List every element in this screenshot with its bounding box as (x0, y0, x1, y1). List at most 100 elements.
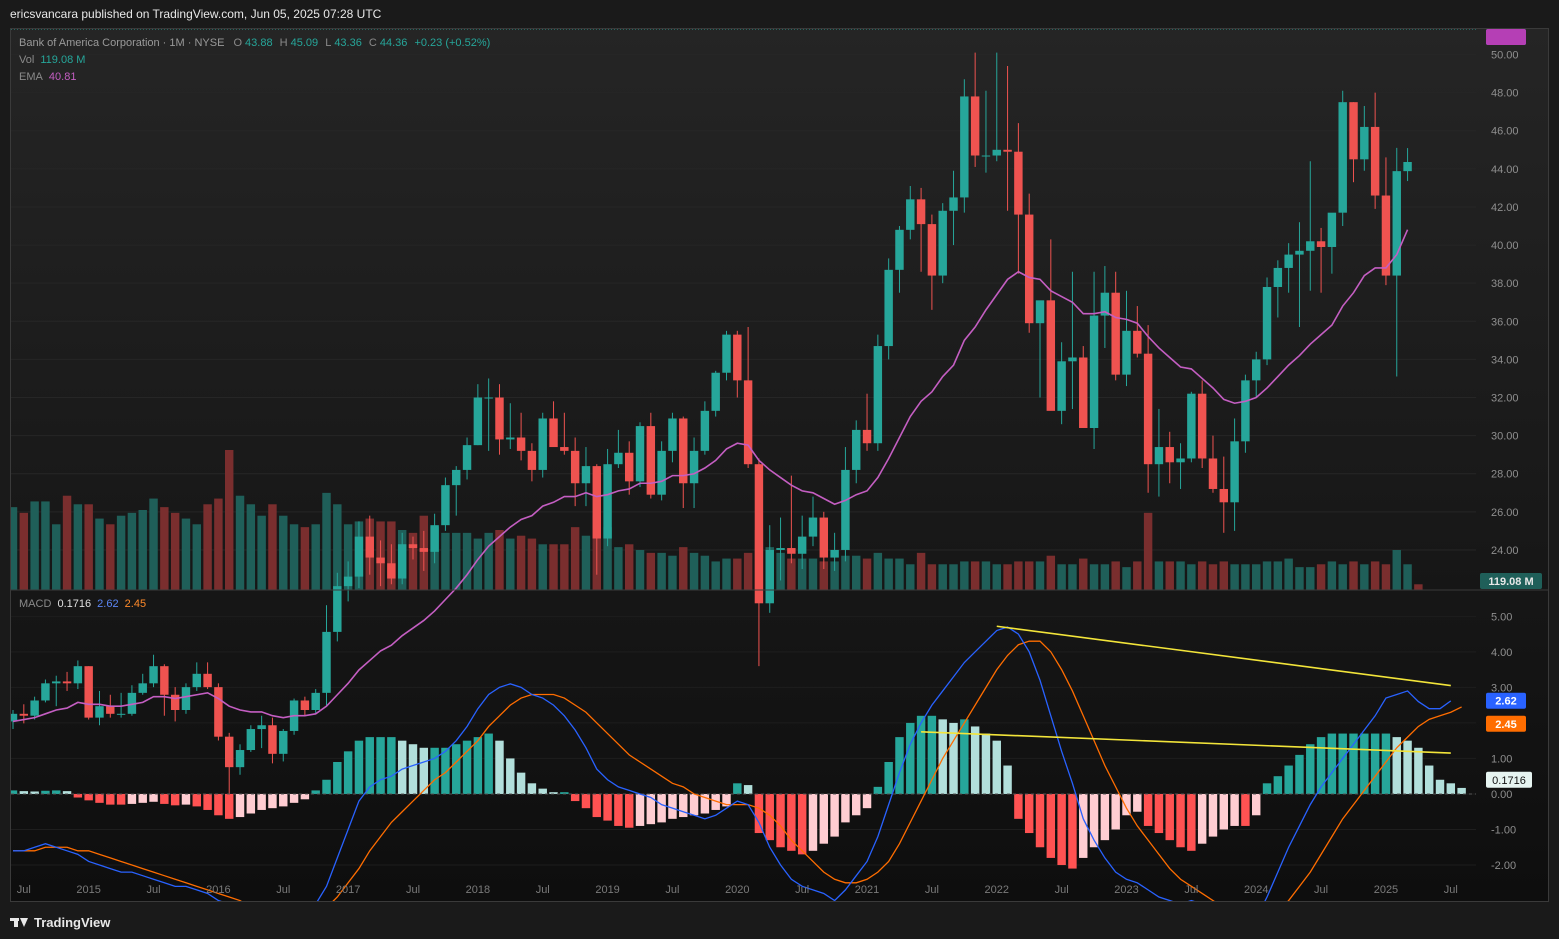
volume-bar (484, 532, 493, 590)
macd-hist-value: 0.1716 (57, 598, 92, 610)
volume-bar (1197, 561, 1207, 590)
candle-body (1165, 447, 1174, 463)
macd-badge[interactable]: 2.62 (1486, 692, 1526, 709)
price-tick-label: 32.00 (1491, 393, 1519, 405)
macd-hist-bar (441, 747, 450, 794)
volume-bar (635, 550, 645, 590)
macd-hist-bar (170, 793, 180, 806)
candle-body (473, 397, 483, 446)
candle-body (1230, 441, 1239, 503)
ema-legend[interactable]: EMA 40.81 (19, 69, 490, 86)
macd-hist-bar (1003, 765, 1012, 794)
volume-bar (895, 558, 904, 590)
volume-bar (170, 512, 180, 590)
macd-hist-bar (52, 790, 61, 794)
time-tick-label: 2015 (76, 884, 100, 896)
candle-body (927, 224, 937, 276)
macd-hist-bar (570, 793, 580, 802)
volume-bar (1035, 561, 1045, 590)
hist-badge[interactable]: 0.1716 (1486, 771, 1532, 788)
footer-brand[interactable]: TradingView (10, 912, 110, 932)
candle-body (1219, 488, 1229, 503)
macd-tick-label: 5.00 (1491, 611, 1512, 623)
candle-body (41, 683, 50, 701)
macd-legend[interactable]: MACD 0.1716 2.62 2.45 (19, 596, 146, 613)
volume-badge[interactable]: 119.08 M (1480, 573, 1542, 589)
volume-bar (873, 552, 883, 590)
time-tick-label: 2024 (1244, 884, 1268, 896)
volume-bar (311, 524, 320, 590)
macd-hist-bar (1241, 793, 1250, 826)
macd-hist-bar (884, 761, 893, 794)
candle-body (365, 536, 374, 558)
macd-hist-bar (1327, 733, 1337, 794)
ema-badge[interactable]: 40.81 (1486, 29, 1526, 45)
macd-hist-bar (322, 779, 331, 794)
candle-body (62, 681, 72, 684)
chart-frame[interactable]: 50.00 48.00 46.00 44.00 42.00 40.00 38.00 36.00… (10, 28, 1549, 902)
macd-hist-bar (1360, 733, 1369, 794)
macd-hist-bar (1230, 793, 1239, 826)
volume-bar (1316, 564, 1326, 590)
volume-legend[interactable]: Vol 119.08 M (19, 52, 490, 69)
volume-bar (322, 492, 331, 590)
macd-hist-bar (408, 744, 418, 794)
candle-body (1392, 171, 1401, 276)
macd-hist-bar (311, 790, 320, 794)
candle-body (970, 96, 980, 156)
volume-bar (1392, 550, 1401, 590)
candle-body (462, 445, 472, 470)
macd-hist-bar (1187, 793, 1196, 851)
macd-hist-bar (192, 793, 201, 807)
open-label: O (233, 37, 243, 49)
macd-hist-bar (235, 793, 245, 818)
macd-hist-bar (1262, 783, 1272, 794)
volume-bar (235, 495, 245, 590)
volume-bar (1187, 564, 1196, 590)
candle-body (19, 713, 29, 716)
macd-hist-bar (149, 793, 158, 802)
macd-hist-bar (765, 793, 774, 841)
volume-bar (1143, 512, 1153, 590)
candle-body (452, 469, 461, 486)
time-tick-label: 2023 (1114, 884, 1138, 896)
candle-body (257, 725, 266, 730)
volume-bar (992, 564, 1001, 590)
volume-bar (73, 504, 83, 590)
volume-bar (62, 495, 72, 590)
change-value: +0.23 (+0.52%) (414, 37, 491, 49)
volume-bar (1046, 555, 1056, 590)
macd-hist-bar (354, 740, 364, 794)
volume-bar (19, 512, 29, 590)
candle-body (624, 452, 634, 482)
symbol-name[interactable]: Bank of America Corporation · 1M · NYSE (19, 37, 224, 49)
macd-hist-bar (11, 790, 18, 794)
volume-bar (646, 552, 656, 590)
volume-label: Vol (19, 54, 35, 66)
volume-bar (30, 501, 39, 590)
candle-body (841, 469, 850, 550)
macd-hist-bar (679, 793, 688, 818)
chart-canvas[interactable]: 50.00 48.00 46.00 44.00 42.00 40.00 38.00 36.00… (11, 29, 1548, 901)
volume-bar (462, 532, 472, 590)
signal-badge[interactable]: 2.45 (1486, 715, 1526, 732)
candle-body (603, 464, 612, 539)
close-label: C (368, 37, 377, 49)
time-tick-label: 2018 (466, 884, 490, 896)
volume-bar (1154, 561, 1164, 590)
macd-hist-bar (333, 761, 342, 794)
candle-body (657, 450, 666, 495)
candle-body (203, 673, 212, 688)
volume-bar (160, 507, 169, 590)
price-tick-label: 48.00 (1491, 88, 1519, 100)
time-tick-label: Jul (1444, 884, 1458, 896)
volume-bar (516, 535, 526, 590)
candle-body (819, 517, 829, 558)
candle-body (84, 666, 93, 718)
volume-bar (1024, 561, 1034, 590)
candle-body (387, 563, 396, 579)
macd-hist-bar (992, 740, 1001, 794)
candle-body (1349, 102, 1358, 160)
candle-body (635, 426, 645, 482)
volume-bar (203, 504, 212, 590)
